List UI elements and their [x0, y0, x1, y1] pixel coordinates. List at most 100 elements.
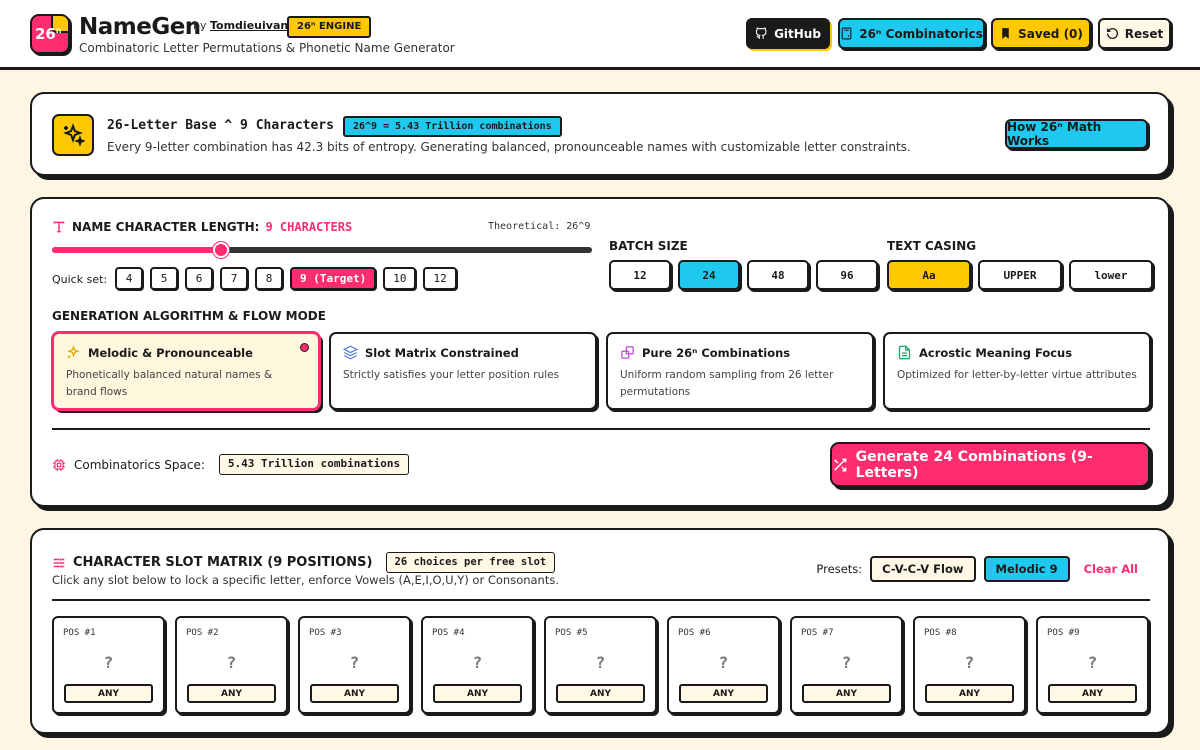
batch-size-option[interactable]: 96 — [816, 260, 878, 290]
algorithm-title-text: Acrostic Meaning Focus — [919, 345, 1073, 360]
combinatorics-button[interactable]: 26ⁿ Combinatorics — [838, 18, 985, 49]
quickset-row: 45678 9 (Target) 10 12 — [115, 267, 457, 290]
text-casing-group: Aa UPPER lower — [887, 260, 1153, 290]
reset-button[interactable]: Reset — [1098, 18, 1171, 49]
quickset-chip[interactable]: 7 — [220, 267, 248, 290]
algorithm-option[interactable]: Slot Matrix Constrained Strictly satisfie… — [329, 332, 597, 410]
length-slider[interactable] — [52, 242, 592, 258]
character-slot[interactable]: POS #1? ANY — [52, 616, 165, 714]
algorithm-description: Phonetically balanced natural names & br… — [66, 369, 273, 398]
slot-letter: ? — [595, 653, 606, 672]
batch-size-option[interactable]: 48 — [747, 260, 809, 290]
info-description: Every 9-letter combination has 42.3 bits… — [107, 140, 911, 154]
slot-position-label: POS #7 — [801, 628, 834, 638]
algorithm-options: Melodic & Pronounceable Phonetically bala… — [52, 332, 1151, 410]
algorithm-description: Strictly satisfies your letter position … — [343, 369, 560, 381]
character-slot[interactable]: POS #7? ANY — [790, 616, 903, 714]
algorithm-option[interactable]: Melodic & Pronounceable Phonetically bala… — [52, 332, 320, 410]
batch-size-option[interactable]: 24 — [678, 260, 740, 290]
sliders-icon — [53, 557, 65, 568]
reset-icon — [1106, 27, 1118, 39]
math-info-button[interactable]: How 26ⁿ Math Works — [1005, 119, 1148, 149]
slot-mode-button[interactable]: ANY — [556, 684, 645, 703]
algorithm-option[interactable]: Pure 26ⁿ Combinations Uniform random samp… — [606, 332, 874, 410]
slot-mode-button[interactable]: ANY — [433, 684, 522, 703]
divider — [52, 599, 1150, 601]
slot-matrix-title: CHARACTER SLOT MATRIX (9 POSITIONS) 26 c… — [52, 552, 556, 573]
algorithm-description: Optimized for letter-by-letter virtue at… — [897, 369, 1137, 381]
quickset-label: Quick set: — [52, 273, 108, 286]
algorithm-option[interactable]: Acrostic Meaning Focus Optimized for lett… — [883, 332, 1151, 410]
quickset-chip[interactable]: 5 — [150, 267, 178, 290]
shuffle-icon — [834, 457, 847, 472]
combinations-badge: 26^9 = 5.43 Trillion combinations — [343, 116, 562, 137]
bookmark-icon — [1002, 28, 1009, 39]
quickset-chip[interactable]: 9 (Target) — [290, 267, 377, 290]
character-slot[interactable]: POS #6? ANY — [667, 616, 780, 714]
layers-icon — [343, 345, 358, 360]
generate-button[interactable]: Generate 24 Combinations (9-Letters) — [830, 442, 1150, 487]
quickset-chip[interactable]: 8 — [255, 267, 283, 290]
algorithm-title: Pure 26ⁿ Combinations — [620, 345, 860, 360]
character-slot[interactable]: POS #5? ANY — [544, 616, 657, 714]
sparkles-icon — [66, 345, 81, 360]
clear-all-button[interactable]: Clear All — [1084, 562, 1138, 576]
batch-size-label: BATCH SIZE — [609, 239, 688, 253]
algorithm-title: Melodic & Pronounceable — [66, 345, 306, 360]
author-link[interactable]: Tomdieuivan — [210, 19, 288, 32]
text-casing-option[interactable]: lower — [1069, 260, 1153, 290]
preset-melodic-button[interactable]: Melodic 9 — [983, 556, 1070, 582]
app-header: 26n NameGen by Tomdieuivan 26ⁿ ENGINE Co… — [0, 0, 1200, 70]
algorithm-title-text: Pure 26ⁿ Combinations — [642, 345, 791, 360]
slot-matrix-description: Click any slot below to lock a specific … — [52, 573, 560, 587]
character-slot[interactable]: POS #3? ANY — [298, 616, 411, 714]
chip-icon — [53, 458, 65, 471]
character-slot[interactable]: POS #2? ANY — [175, 616, 288, 714]
batch-size-option[interactable]: 12 — [609, 260, 671, 290]
byline: by Tomdieuivan — [193, 19, 289, 32]
info-title: 26-Letter Base ^ 9 Characters — [107, 118, 334, 133]
slider-thumb[interactable] — [212, 242, 229, 258]
combinatorics-space: Combinatorics Space: 5.43 Trillion combi… — [52, 454, 410, 475]
quickset-chip[interactable]: 4 — [115, 267, 143, 290]
info-card: 26-Letter Base ^ 9 Characters 26^9 = 5.4… — [30, 92, 1170, 176]
slot-mode-button[interactable]: ANY — [802, 684, 891, 703]
config-card: NAME CHARACTER LENGTH: 9 CHARACTERS Theo… — [30, 197, 1170, 507]
character-slot[interactable]: POS #8? ANY — [913, 616, 1026, 714]
text-icon — [53, 221, 65, 233]
slot-position-label: POS #4 — [432, 628, 465, 638]
github-button[interactable]: GitHub — [746, 18, 830, 49]
quickset-chip[interactable]: 6 — [185, 267, 213, 290]
engine-badge: 26ⁿ ENGINE — [287, 16, 372, 38]
slot-mode-button[interactable]: ANY — [187, 684, 276, 703]
saved-button[interactable]: Saved (0) — [991, 18, 1091, 49]
slider-fill — [52, 247, 221, 253]
sparkles-icon — [52, 114, 94, 156]
divider — [52, 428, 1150, 430]
algorithm-title: Slot Matrix Constrained — [343, 345, 583, 360]
logo[interactable]: 26n — [30, 14, 70, 54]
theoretical-label: Theoretical: 26^9 — [488, 221, 591, 232]
preset-cvcv-button[interactable]: C-V-C-V Flow — [870, 556, 976, 582]
slot-letter: ? — [472, 653, 483, 672]
slot-mode-button[interactable]: ANY — [925, 684, 1014, 703]
algorithm-label: GENERATION ALGORITHM & FLOW MODE — [52, 309, 326, 323]
slot-mode-button[interactable]: ANY — [679, 684, 768, 703]
slot-letter: ? — [841, 653, 852, 672]
tagline: Combinatoric Letter Permutations & Phone… — [79, 41, 455, 55]
slot-mode-button[interactable]: ANY — [1048, 684, 1137, 703]
calculator-icon — [841, 27, 852, 40]
text-casing-option[interactable]: Aa — [887, 260, 971, 290]
slot-position-label: POS #8 — [924, 628, 957, 638]
text-casing-option[interactable]: UPPER — [978, 260, 1062, 290]
length-label: NAME CHARACTER LENGTH: 9 CHARACTERS — [52, 220, 352, 234]
slot-position-label: POS #9 — [1047, 628, 1080, 638]
quickset-chip[interactable]: 12 — [423, 267, 457, 290]
slot-mode-button[interactable]: ANY — [64, 684, 153, 703]
slot-mode-button[interactable]: ANY — [310, 684, 399, 703]
quickset-chip[interactable]: 10 — [383, 267, 417, 290]
batch-size-group: 12 24 48 96 — [609, 260, 878, 290]
algorithm-description: Uniform random sampling from 26 letter p… — [620, 369, 834, 398]
character-slot[interactable]: POS #9? ANY — [1036, 616, 1149, 714]
character-slot[interactable]: POS #4? ANY — [421, 616, 534, 714]
